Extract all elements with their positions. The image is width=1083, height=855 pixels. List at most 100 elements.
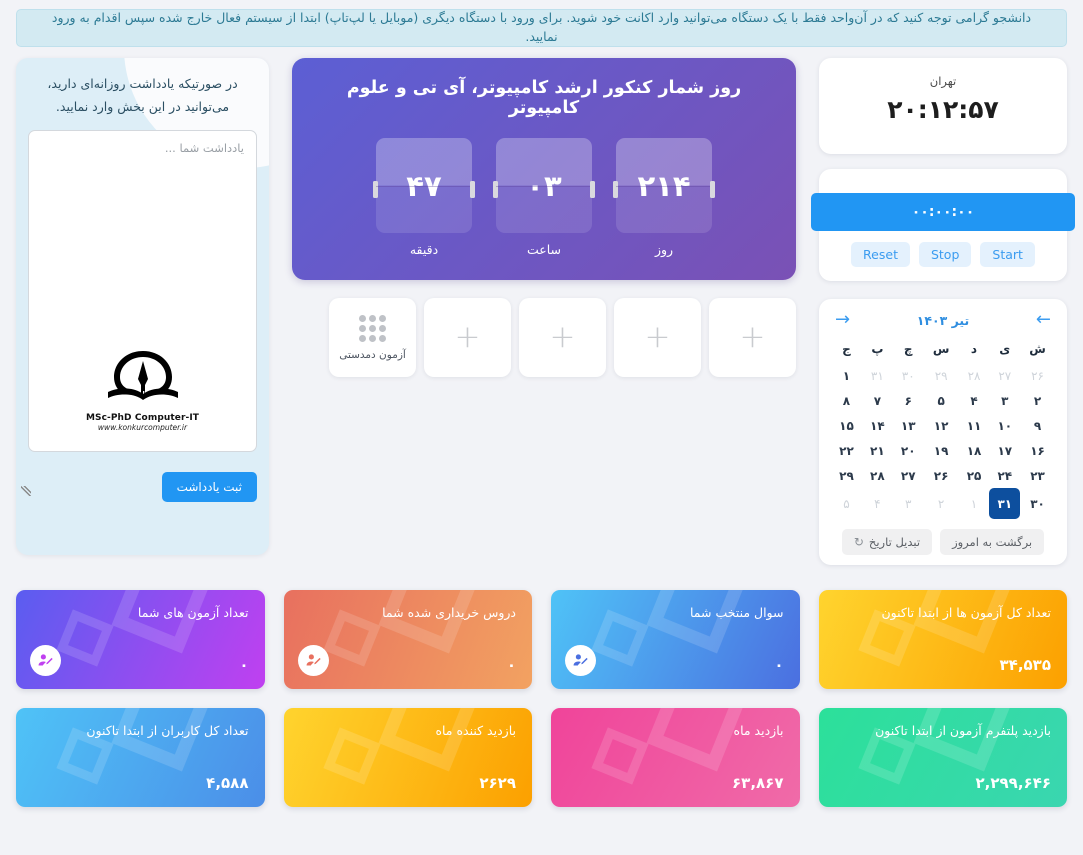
stat-title: بازدید ماه (733, 723, 784, 738)
calendar-day[interactable]: ۲ (924, 488, 959, 519)
calendar-day[interactable]: ۲۶ (924, 463, 959, 488)
calendar-today-button[interactable]: برگشت به امروز (940, 529, 1045, 555)
calendar-day[interactable]: ۱۹ (924, 438, 959, 463)
countdown-unit-label: روز (654, 242, 674, 257)
plus-icon: + (739, 319, 766, 355)
calendar-day[interactable]: ۹ (1020, 413, 1055, 438)
stat-value: ۴,۵۸۸ (206, 774, 249, 792)
calendar-day[interactable]: ۱۱ (959, 413, 990, 438)
decorative-square (913, 590, 1013, 654)
textarea-resize-handle[interactable] (21, 486, 31, 496)
calendar-day[interactable]: ۵ (924, 388, 959, 413)
decorative-square (913, 708, 1013, 772)
calendar-footer: برگشت به امروز تبدیل تاریخ ↻ (831, 529, 1055, 555)
calendar-convert-button[interactable]: تبدیل تاریخ ↻ (841, 529, 933, 555)
calendar-day[interactable]: ۲۶ (1020, 363, 1055, 388)
calendar-weekday: س (932, 342, 950, 356)
calendar-week-row: ۲۳ ۲۴ ۲۵ ۲۶ ۲۷ ۲۸ ۲۹ (831, 463, 1055, 488)
stat-card: بازدید ماه ۶۳,۸۶۷ (551, 708, 800, 807)
calendar-day-selected[interactable]: ۳۱ (989, 488, 1021, 519)
shortcut-tile-add[interactable]: + (614, 298, 701, 377)
calendar-day[interactable]: ۷ (862, 388, 893, 413)
stopwatch-start-button[interactable]: Start (980, 242, 1035, 267)
plus-icon: + (549, 319, 576, 355)
calendar-day[interactable]: ۲۳ (1020, 463, 1055, 488)
calendar-weekday: د (970, 342, 978, 356)
stat-card: سوال منتخب شما ۰ (551, 590, 800, 689)
user-edit-icon (30, 645, 61, 676)
calendar-day[interactable]: ۲۷ (893, 463, 924, 488)
decorative-square (111, 708, 210, 772)
calendar-day[interactable]: ۱۴ (862, 413, 893, 438)
arrow-left-icon[interactable]: ← (1036, 311, 1051, 329)
decorative-square (378, 590, 478, 654)
calendar-day[interactable]: ۲۷ (989, 363, 1020, 388)
calendar-weekday: چ (903, 342, 913, 356)
calendar-weekday: ش (1029, 342, 1046, 356)
calendar-day[interactable]: ۶ (893, 388, 924, 413)
calendar-day[interactable]: ۲۰ (893, 438, 924, 463)
calendar-day[interactable]: ۳۱ (862, 363, 893, 388)
calendar-day[interactable]: ۴ (862, 488, 893, 519)
stopwatch-widget: ۰۰:۰۰:۰۰ Reset Stop Start (811, 169, 1075, 281)
countdown-units: ۲۱۴ روز ۰۳ ساعت ۴۷ دقیقه (310, 138, 778, 257)
calendar-day[interactable]: ۱۷ (989, 438, 1020, 463)
stat-value: ۲۶۲۹ (479, 774, 516, 792)
flip-divider (376, 185, 472, 187)
countdown-flip-box: ۲۱۴ (613, 138, 715, 233)
calendar-day[interactable]: ۱۸ (959, 438, 990, 463)
calendar-day[interactable]: ۴ (959, 388, 990, 413)
notes-textarea[interactable] (28, 130, 257, 453)
notes-column: در صورتیکه یادداشت روزانه‌ای دارید، می‌ت… (16, 58, 269, 555)
calendar-day[interactable]: ۱۰ (989, 413, 1020, 438)
calendar-day[interactable]: ۲۱ (862, 438, 893, 463)
calendar-day[interactable]: ۱ (959, 488, 990, 519)
calendar-day[interactable]: ۲۴ (989, 463, 1020, 488)
calendar-day[interactable]: ۲۸ (959, 363, 990, 388)
clock-city-label: تهران (929, 74, 957, 88)
stat-title: بازدید پلتفرم آزمون از ابتدا تاکنون (875, 723, 1051, 738)
shortcut-tile-add[interactable]: + (709, 298, 796, 377)
calendar-weekday: پ (871, 342, 884, 356)
session-notice-text: دانشجو گرامی توجه کنید که در آن‌واحد فقط… (51, 10, 1032, 44)
calendar-day[interactable]: ۱۳ (893, 413, 924, 438)
refresh-icon: ↻ (853, 535, 864, 549)
shortcut-tile-add[interactable]: + (519, 298, 606, 377)
stat-value: ۰ (239, 656, 249, 674)
calendar-day[interactable]: ۲۹ (924, 363, 959, 388)
calendar-day[interactable]: ۲ (1020, 388, 1055, 413)
calendar-day[interactable]: ۲۲ (831, 438, 862, 463)
shortcut-tile-add[interactable]: + (424, 298, 511, 377)
calendar-day[interactable]: ۸ (831, 388, 862, 413)
calendar-day[interactable]: ۱۵ (831, 413, 862, 438)
shortcut-tile-exam[interactable]: آزمون دمدستی (329, 298, 416, 377)
calendar-day[interactable]: ۳۰ (893, 363, 924, 388)
stopwatch-stop-button[interactable]: Stop (918, 242, 972, 267)
calendar-day[interactable]: ۱۶ (1020, 438, 1055, 463)
stopwatch-reset-button[interactable]: Reset (851, 242, 910, 267)
notes-submit-wrap: ثبت یادداشت (28, 472, 257, 503)
stat-value: ۲,۲۹۹,۶۴۶ (975, 774, 1051, 792)
calendar-day[interactable]: ۲۹ (831, 463, 862, 488)
calendar-day[interactable]: ۳۰ (1020, 488, 1055, 519)
calendar-day[interactable]: ۲۸ (862, 463, 893, 488)
calendar-day[interactable]: ۱ (831, 363, 862, 388)
submit-note-button[interactable]: ثبت یادداشت (161, 472, 257, 503)
calendar-grid: شیدسچپج ۲۶ ۲۷ ۲۸ ۲۹ ۳۰ ۳۱ ۱ ۲ ۳ ۴ ۵ ۶ ۷ ۸ ۹ ۱۰ ۱۱ ۱۲ ۱۳ ۱۴ ۱… (831, 337, 1055, 519)
calendar-day[interactable]: ۳ (893, 488, 924, 519)
calendar-day[interactable]: ۳ (989, 388, 1020, 413)
calendar-week-row: ۱۶ ۱۷ ۱۸ ۱۹ ۲۰ ۲۱ ۲۲ (831, 438, 1055, 463)
calendar-day[interactable]: ۵ (831, 488, 862, 519)
calendar-day[interactable]: ۲۵ (959, 463, 990, 488)
calendar-week-row: ۲۶ ۲۷ ۲۸ ۲۹ ۳۰ ۳۱ ۱ (831, 363, 1055, 388)
arrow-right-icon[interactable]: → (835, 311, 850, 329)
stat-card: تعداد کل کاربران از ابتدا تاکنون ۴,۵۸۸ (16, 708, 265, 807)
countdown-title: روز شمار کنکور ارشد کامپیوتر، آی تی و عل… (346, 78, 742, 118)
calendar-month-title: تیر ۱۴۰۳ (916, 312, 970, 328)
plus-icon: + (644, 319, 671, 355)
decorative-square (646, 590, 745, 654)
calendar-day[interactable]: ۱۲ (924, 413, 959, 438)
countdown-unit: ۰۳ ساعت (493, 138, 595, 257)
user-edit-icon (297, 645, 329, 676)
daily-notes-card: در صورتیکه یادداشت روزانه‌ای دارید، می‌ت… (16, 58, 269, 555)
